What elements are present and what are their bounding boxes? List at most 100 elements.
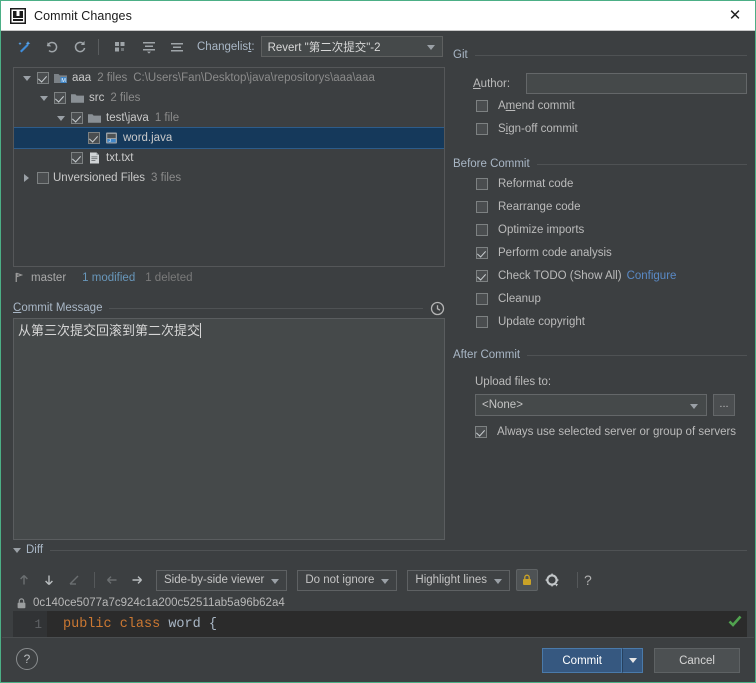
commit-message-input[interactable]: 从第三次提交回滚到第二次提交 xyxy=(13,318,445,540)
commit-message-text: 从第三次提交回滚到第二次提交 xyxy=(18,323,201,338)
after-commit-header: After Commit xyxy=(453,347,747,363)
tree-checkbox[interactable] xyxy=(71,152,83,164)
cleanup-checkbox[interactable]: Cleanup xyxy=(453,287,747,310)
upload-target-row: <None> ... xyxy=(453,394,747,416)
tree-checkbox[interactable] xyxy=(71,112,83,124)
check-todo-checkbox[interactable]: Check TODO (Show All) Configure xyxy=(453,264,747,287)
expand-all-icon[interactable] xyxy=(137,36,161,58)
tree-row-word.java[interactable]: Jword.java xyxy=(14,127,444,149)
next-difference-icon[interactable] xyxy=(38,569,60,591)
tree-row-aaa[interactable]: Maaa 2 files C:\Users\Fan\Desktop\java\rep… xyxy=(14,68,444,88)
help-button[interactable]: ? xyxy=(16,648,38,670)
chevron-down-icon xyxy=(494,578,503,584)
before-commit-header: Before Commit xyxy=(453,156,747,172)
upload-target-dropdown[interactable]: <None> xyxy=(475,394,707,416)
chevron-down-icon xyxy=(381,578,390,584)
tree-row-txt.txt[interactable]: txt.txt xyxy=(14,148,444,168)
modified-count[interactable]: 1 modified xyxy=(82,272,135,284)
git-section-divider xyxy=(474,54,747,56)
tree-row-unversioned-files[interactable]: Unversioned Files 3 files xyxy=(14,168,444,188)
folder-icon xyxy=(87,111,102,125)
commit-changes-dialog: Commit Changes ✕ Changelist: Revert "第二次… xyxy=(0,0,756,683)
tree-checkbox[interactable] xyxy=(54,92,66,104)
author-field[interactable] xyxy=(526,73,747,94)
tree-row-src[interactable]: src 2 files xyxy=(14,88,444,108)
always-use-server-label: Always use selected server or group of s… xyxy=(497,425,737,438)
text-caret xyxy=(200,323,202,338)
chevron-down-icon[interactable] xyxy=(37,95,50,101)
prev-difference-icon[interactable] xyxy=(13,569,35,591)
commit-message-header: Commit Message xyxy=(13,300,445,316)
chevron-down-icon[interactable] xyxy=(13,547,21,553)
chevron-right-icon[interactable] xyxy=(20,174,33,182)
close-icon[interactable]: ✕ xyxy=(725,7,745,25)
deleted-count[interactable]: 1 deleted xyxy=(145,272,192,284)
chevron-down-icon[interactable] xyxy=(54,115,67,121)
module-icon: M xyxy=(53,71,68,85)
tree-item-label: src xyxy=(89,92,105,104)
toolbar-separator-1 xyxy=(98,38,99,55)
clock-icon[interactable] xyxy=(430,301,445,316)
group-by-icon[interactable] xyxy=(109,36,133,58)
tree-row-test-java[interactable]: test\java 1 file xyxy=(14,108,444,128)
svg-text:J: J xyxy=(109,138,111,143)
window-titlebar: Commit Changes ✕ xyxy=(1,1,755,31)
compare-icon[interactable] xyxy=(63,569,85,591)
cleanup-label: Cleanup xyxy=(498,292,541,305)
viewer-mode-dropdown[interactable]: Side-by-side viewer xyxy=(156,569,288,591)
optimize-imports-checkbox[interactable]: Optimize imports xyxy=(453,218,747,241)
check-todo-configure-link[interactable]: Configure xyxy=(627,270,677,282)
amend-commit-box xyxy=(476,99,488,112)
reformat-code-label: Reformat code xyxy=(498,177,574,190)
diff-help-button[interactable]: ? xyxy=(584,572,592,588)
always-use-server-checkbox[interactable]: Always use selected server or group of s… xyxy=(453,420,747,443)
rearrange-code-checkbox[interactable]: Rearrange code xyxy=(453,195,747,218)
chevron-down-icon xyxy=(271,578,280,584)
tree-checkbox[interactable] xyxy=(37,72,49,84)
changed-files-tree[interactable]: Maaa 2 files C:\Users\Fan\Desktop\java\rep… xyxy=(13,67,445,267)
branch-name: master xyxy=(31,271,67,284)
magic-wand-icon[interactable] xyxy=(12,36,36,58)
tree-item-count: 2 files xyxy=(97,72,128,84)
text-file-icon xyxy=(87,151,102,165)
cancel-button[interactable]: Cancel xyxy=(654,648,740,673)
tree-item-count: 2 files xyxy=(110,92,141,104)
changelist-dropdown[interactable]: Revert "第二次提交"-2 xyxy=(260,36,443,57)
header-divider xyxy=(109,307,423,309)
refresh-icon[interactable] xyxy=(68,36,92,58)
green-check-icon[interactable] xyxy=(727,613,743,629)
next-file-icon[interactable] xyxy=(126,569,148,591)
optimize-imports-label: Optimize imports xyxy=(498,223,585,236)
code-text: word { xyxy=(160,617,217,632)
collapse-all-icon[interactable] xyxy=(165,36,189,58)
previous-file-icon[interactable] xyxy=(101,569,123,591)
amend-commit-checkbox[interactable]: Amend commit xyxy=(453,94,747,117)
svg-text:M: M xyxy=(61,78,66,84)
highlight-mode-dropdown[interactable]: Highlight lines xyxy=(407,569,511,591)
tree-item-count: 3 files xyxy=(151,172,182,184)
window-title: Commit Changes xyxy=(34,8,132,23)
diff-code-view[interactable]: 1 public class word { xyxy=(13,611,747,638)
update-copyright-checkbox[interactable]: Update copyright xyxy=(453,310,747,333)
tree-checkbox[interactable] xyxy=(37,172,49,184)
perform-code-analysis-checkbox[interactable]: Perform code analysis xyxy=(453,241,747,264)
commit-options-arrow[interactable] xyxy=(622,648,643,673)
lock-icon[interactable] xyxy=(516,569,539,591)
ignore-mode-dropdown[interactable]: Do not ignore xyxy=(297,569,398,591)
cleanup-box xyxy=(476,292,488,305)
commit-button[interactable]: Commit xyxy=(542,648,622,673)
sign-off-commit-checkbox[interactable]: Sign-off commit xyxy=(453,117,747,140)
author-label: Author: xyxy=(473,77,511,90)
gear-icon[interactable] xyxy=(541,569,563,591)
revision-row: 0c140ce5077a7c924c1a200c52511ab5a96b62a4 xyxy=(15,595,285,611)
chevron-down-icon[interactable] xyxy=(20,75,33,81)
perform-code-analysis-box xyxy=(476,246,488,259)
diff-section-title: Diff xyxy=(26,544,44,556)
sign-off-commit-box xyxy=(476,122,488,135)
reformat-code-box xyxy=(476,177,488,190)
tree-checkbox[interactable] xyxy=(88,132,100,144)
browse-button[interactable]: ... xyxy=(713,394,735,416)
reformat-code-checkbox[interactable]: Reformat code xyxy=(453,172,747,195)
rollback-icon[interactable] xyxy=(40,36,64,58)
tree-item-label: txt.txt xyxy=(106,152,134,164)
